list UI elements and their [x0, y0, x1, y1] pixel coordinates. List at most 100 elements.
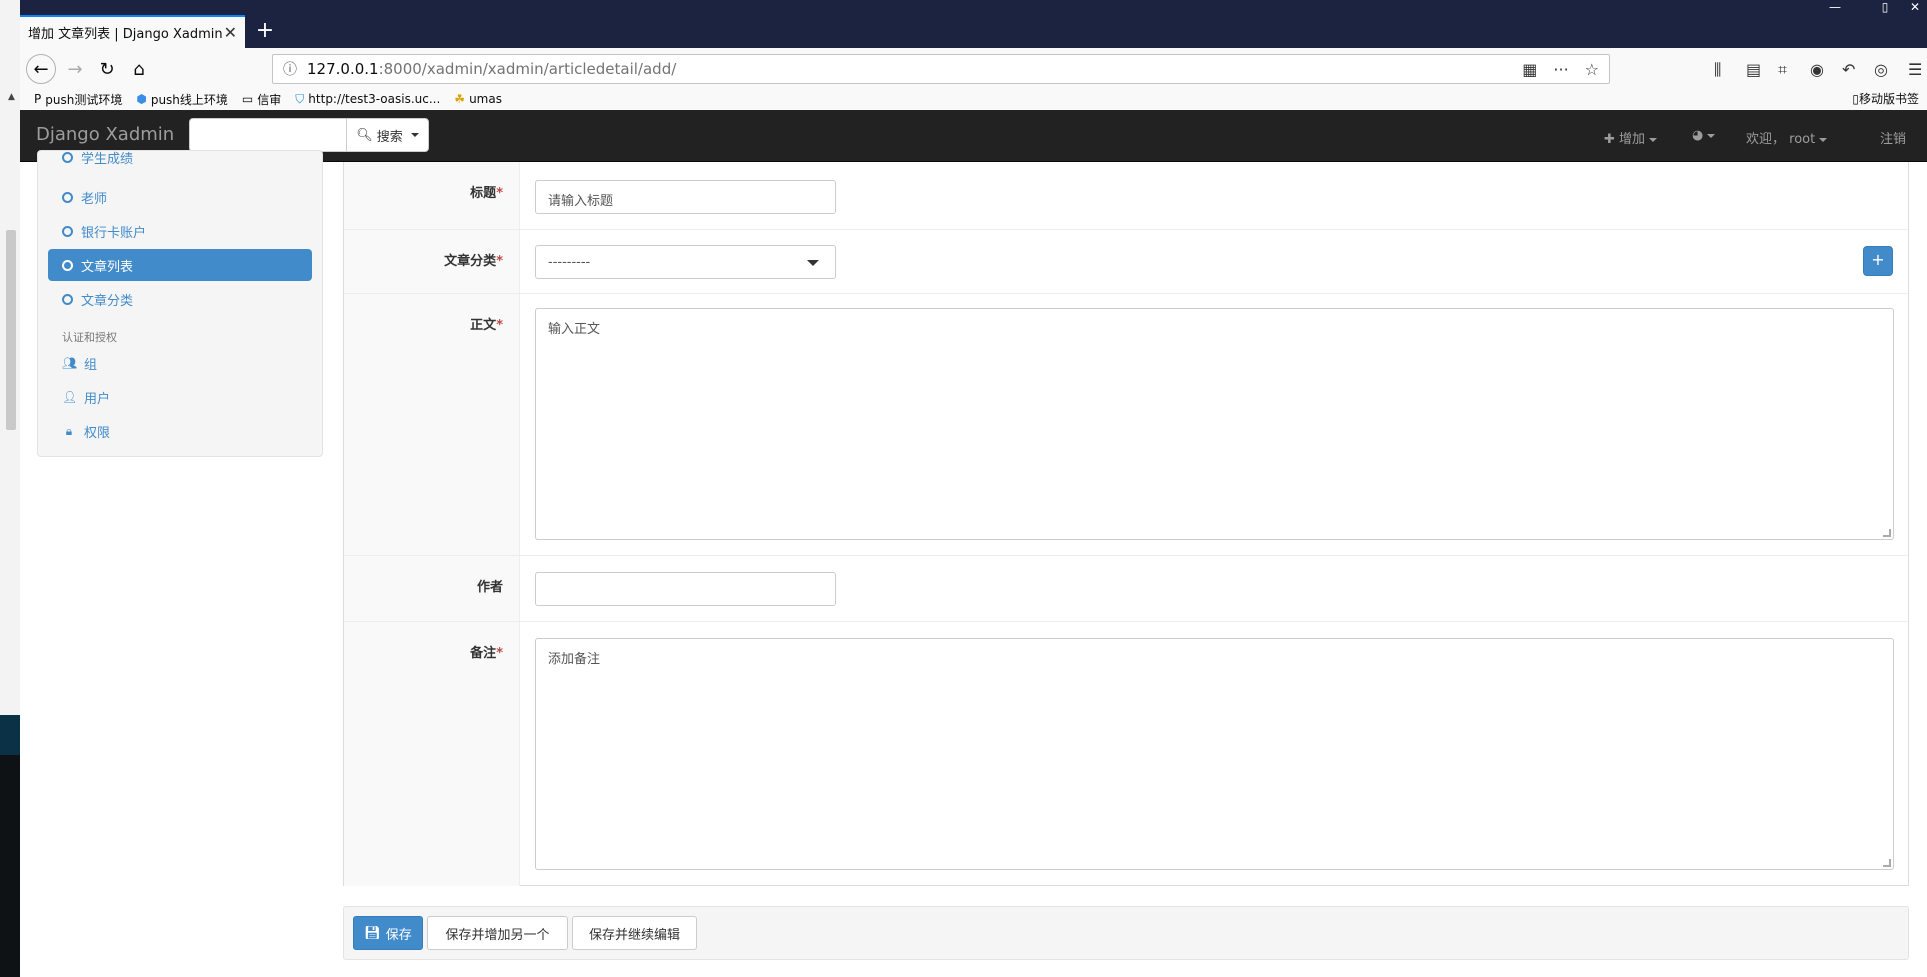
lock-icon: 🔒︎ — [65, 423, 73, 438]
mobile-icon: ▯ — [1852, 92, 1859, 106]
folder-icon: ▭ — [241, 92, 254, 106]
library-icon[interactable]: ⫼ — [1714, 60, 1721, 80]
brand-logo[interactable]: Django Xadmin — [36, 124, 174, 145]
tab-title: 增加 文章列表 | Django Xadmin — [28, 27, 223, 42]
field-label: 正文* — [470, 318, 503, 333]
field-label: 备注* — [470, 646, 503, 661]
crop-icon[interactable]: ⌗ — [1778, 60, 1787, 80]
plus-icon: + — [1871, 250, 1885, 269]
qr-code-icon[interactable]: ▦ — [1522, 60, 1537, 79]
home-icon[interactable]: ⌂ — [126, 56, 152, 82]
sidebar-item-user[interactable]: 👤︎ 用户 — [48, 381, 312, 413]
bookmark-label: http://test3-oasis.uc... — [308, 92, 441, 106]
scroll-up-arrow-icon[interactable]: ▲ — [8, 92, 15, 102]
maximize-icon[interactable]: ▯ — [1870, 0, 1900, 14]
bookmarks-bar: P push测试环境 ⬢ push线上环境 ▭ 信审 ⛉ http://test… — [20, 88, 1927, 110]
browser-tab[interactable]: 增加 文章列表 | Django Xadmin ✕ — [20, 15, 245, 48]
sidebar-item-student-scores[interactable]: 学生成绩 — [48, 151, 312, 173]
resize-handle-icon[interactable] — [1883, 529, 1891, 537]
search-icon: 🔍︎ — [356, 127, 373, 143]
resize-handle-icon[interactable] — [1883, 859, 1891, 867]
body-textarea[interactable]: 输入正文 — [535, 308, 1894, 540]
undo-icon[interactable]: ↶ — [1842, 60, 1855, 79]
save-continue-button[interactable]: 保存并继续编辑 — [572, 916, 697, 950]
field-label: 标题* — [470, 186, 503, 201]
form-row-category: 文章分类* --------- — [344, 230, 1908, 294]
scrollbar-thumb[interactable] — [6, 230, 16, 430]
sidebar-toggle-icon[interactable]: ▤ — [1746, 60, 1761, 79]
bookmark-label: umas — [469, 92, 502, 106]
url-path: :8000/xadmin/xadmin/articledetail/add/ — [378, 60, 677, 78]
bookmark-p-icon: P — [34, 92, 42, 106]
leaf-icon: ☘ — [454, 92, 466, 106]
plus-icon: ✚ — [1604, 132, 1615, 147]
chat-icon[interactable]: ◉ — [1810, 60, 1824, 79]
close-window-icon[interactable]: ✕ — [1900, 0, 1927, 14]
circle-icon — [62, 191, 73, 203]
bookmark-label: push线上环境 — [150, 92, 228, 107]
sidebar: 学生成绩 老师 银行卡账户 文章列表 文章分类 认证和授权 👥︎ 组 👤︎ 用户… — [37, 150, 323, 457]
bookmark-test3-oasis[interactable]: ⛉ http://test3-oasis.uc... — [295, 92, 440, 107]
globe-icon: ◕ — [1692, 128, 1704, 143]
chevron-down-icon — [1649, 137, 1658, 142]
search-button[interactable]: 🔍︎ 搜索 — [346, 118, 429, 152]
more-actions-icon[interactable]: ··· — [1553, 60, 1568, 79]
info-icon[interactable]: ⓘ — [283, 59, 297, 79]
bookmark-push-test[interactable]: P push测试环境 — [34, 91, 122, 108]
extension-icon[interactable]: ◎ — [1874, 60, 1888, 79]
shield-icon: ⛉ — [295, 91, 305, 106]
category-select[interactable]: --------- — [535, 245, 836, 279]
form-row-remark: 备注* 添加备注 — [344, 622, 1908, 886]
bookmark-xinshen[interactable]: ▭ 信审 — [242, 91, 281, 108]
browser-titlebar: 增加 文章列表 | Django Xadmin ✕ + — ▯ ✕ — [20, 0, 1927, 48]
back-icon[interactable]: ← — [26, 54, 56, 84]
logout-link[interactable]: 注销 — [1880, 128, 1906, 147]
forward-icon[interactable]: → — [62, 56, 88, 82]
sidebar-item-article-category[interactable]: 文章分类 — [48, 283, 312, 315]
menu-icon[interactable]: ☰ — [1908, 60, 1922, 79]
sidebar-item-group[interactable]: 👥︎ 组 — [48, 347, 312, 379]
language-menu[interactable]: ◕ — [1692, 128, 1716, 143]
sidebar-item-permission[interactable]: 🔒︎ 权限 — [48, 415, 312, 447]
search-input[interactable] — [189, 118, 347, 152]
user-menu[interactable]: 欢迎， root — [1746, 128, 1828, 147]
save-add-another-button[interactable]: 保存并增加另一个 — [427, 916, 568, 950]
remark-textarea[interactable]: 添加备注 — [535, 638, 1894, 870]
shield-icon: ⬢ — [136, 92, 147, 106]
circle-icon — [62, 259, 73, 271]
browser-chrome: 增加 文章列表 | Django Xadmin ✕ + — ▯ ✕ ← → ↻ … — [20, 0, 1927, 110]
article-form: 标题* 请输入标题 文章分类* --------- + 正文* 输入正文 作者 — [343, 162, 1909, 886]
form-row-body: 正文* 输入正文 — [344, 294, 1908, 556]
chevron-down-icon — [1707, 133, 1716, 138]
bookmark-push-online[interactable]: ⬢ push线上环境 — [136, 91, 228, 108]
url-host: 127.0.0.1 — [307, 60, 379, 78]
sidebar-item-article-list[interactable]: 文章列表 — [48, 249, 312, 281]
field-label: 作者 — [476, 580, 503, 595]
circle-icon — [62, 225, 73, 237]
bookmark-star-icon[interactable]: ☆ — [1585, 60, 1599, 79]
reload-icon[interactable]: ↻ — [94, 56, 120, 82]
url-bar[interactable]: ⓘ 127.0.0.1 :8000/xadmin/xadmin/articled… — [272, 54, 1610, 84]
field-label: 文章分类* — [444, 254, 503, 269]
new-tab-icon[interactable]: + — [250, 17, 280, 47]
sidebar-item-bank-account[interactable]: 银行卡账户 — [48, 215, 312, 247]
save-button[interactable]: 💾︎ 保存 — [353, 916, 423, 950]
sidebar-item-teacher[interactable]: 老师 — [48, 181, 312, 213]
author-input[interactable] — [535, 572, 836, 606]
add-menu[interactable]: ✚ 增加 — [1604, 128, 1658, 147]
title-input[interactable]: 请输入标题 — [535, 180, 836, 214]
form-row-author: 作者 — [344, 556, 1908, 622]
save-icon: 💾︎ — [364, 925, 381, 941]
chevron-down-icon — [807, 260, 819, 266]
chevron-down-icon — [1819, 137, 1828, 142]
bookmark-umas[interactable]: ☘ umas — [454, 92, 502, 106]
add-category-button[interactable]: + — [1863, 246, 1893, 276]
desktop-left-strip — [0, 0, 20, 977]
circle-icon — [62, 151, 73, 163]
minimize-icon[interactable]: — — [1820, 0, 1850, 14]
form-row-title: 标题* 请输入标题 — [344, 162, 1908, 230]
sidebar-header-auth: 认证和授权 — [62, 331, 117, 344]
mobile-bookmarks[interactable]: ▯移动版书签 — [1852, 90, 1919, 107]
close-tab-icon[interactable]: ✕ — [224, 23, 237, 42]
chevron-down-icon — [410, 133, 419, 137]
